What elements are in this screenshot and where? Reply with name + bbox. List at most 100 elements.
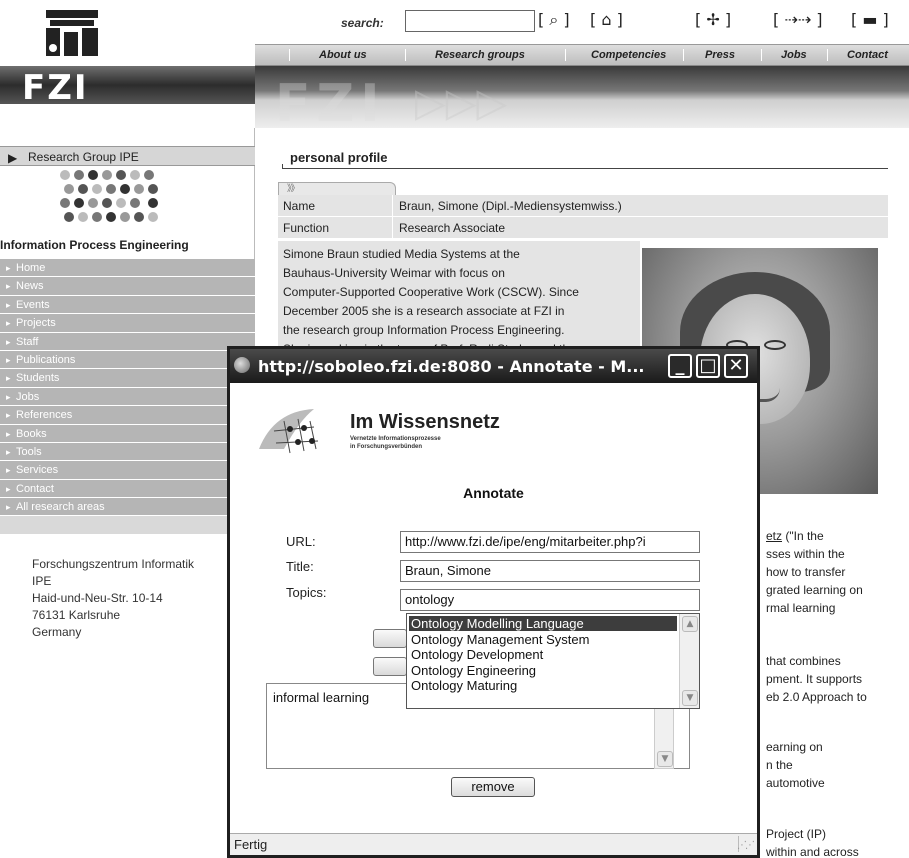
sidebar-item-label: All research areas xyxy=(16,501,105,514)
sidebar-item-students[interactable]: ▸ Students xyxy=(0,369,255,388)
logo-dot xyxy=(78,184,88,194)
sidebar-item-tools[interactable]: ▸ Tools xyxy=(0,442,255,462)
column-divider xyxy=(392,217,393,239)
arrow-right-icon: ▸ xyxy=(6,483,11,494)
row-key: Function xyxy=(283,221,330,235)
research-group-header[interactable]: ▶ Research Group IPE xyxy=(0,146,255,166)
sidebar-item-projects[interactable]: ▸ Projects xyxy=(0,314,255,333)
institute-address: Forschungszentrum Informatik IPE Haid-und-… xyxy=(32,556,194,641)
suggestion-item[interactable]: Ontology Management System xyxy=(409,632,677,647)
minimize-button[interactable]: _ xyxy=(668,354,692,378)
popup-title: http://soboleo.fzi.de:8080 - Annotate - … xyxy=(258,357,645,376)
text-line: pment. It supports xyxy=(766,670,888,688)
sidebar-item-services[interactable]: ▸ Services xyxy=(0,461,255,480)
sidebar-item-events[interactable]: ▸ Events xyxy=(0,295,255,315)
sidebar-item-all-research-areas[interactable]: ▸ All research areas xyxy=(0,498,255,517)
topics-label: Topics: xyxy=(286,585,327,600)
scroll-down-icon[interactable]: ▼ xyxy=(657,751,673,767)
nav-about-us[interactable]: About us xyxy=(319,49,367,61)
sidebar-item-label: News xyxy=(16,280,44,293)
arrow-right-icon: ▸ xyxy=(6,373,11,384)
text-fragment: pment. It supports xyxy=(766,672,863,686)
nav-competencies[interactable]: Competencies xyxy=(591,49,666,61)
text-fragment: earning on xyxy=(766,740,823,754)
sidebar-item-label: Events xyxy=(16,298,50,311)
fzi-logo-area[interactable]: FZI xyxy=(0,0,255,128)
text-fragment: n the xyxy=(766,758,793,772)
logo-dot xyxy=(92,212,102,222)
nav-contact[interactable]: Contact xyxy=(847,49,888,61)
home-icon[interactable]: [ ⌂ ] xyxy=(590,10,623,32)
print-icon[interactable]: [ ▬ ] xyxy=(851,10,889,32)
profile-tab: 》》 xyxy=(278,182,396,196)
nav-jobs[interactable]: Jobs xyxy=(781,49,807,61)
right-text-block-2: that combines pment. It supports eb 2.0 Ap… xyxy=(766,652,888,706)
search-input[interactable] xyxy=(405,10,535,32)
page-title: personal profile xyxy=(290,150,388,165)
sidebar-item-label: Home xyxy=(16,262,46,274)
arrow-right-icon: ▸ xyxy=(6,391,11,402)
search-topic-button[interactable] xyxy=(373,657,407,676)
topic-suggestions-list[interactable]: ▲ ▼ Ontology Modelling Language Ontology … xyxy=(406,613,700,709)
sitemap-icon[interactable]: [ ✢ ] xyxy=(695,10,731,32)
suggestion-item[interactable]: Ontology Engineering xyxy=(409,663,677,678)
text-fragment: Project (IP) xyxy=(766,827,827,841)
text-line: eb 2.0 Approach to xyxy=(766,688,888,706)
sidebar-item-label: Jobs xyxy=(16,390,40,403)
search-button[interactable]: [ ⌕ ] xyxy=(538,10,572,32)
arrow-right-icon: ▸ xyxy=(6,299,11,310)
right-text-block-4: Project (IP) within and across xyxy=(766,825,888,858)
sidebar-item-label: Tools xyxy=(16,445,42,458)
url-field[interactable]: http://www.fzi.de/ipe/eng/mitarbeiter.ph… xyxy=(400,531,700,553)
sidebar-item-news[interactable]: ▸ News xyxy=(0,277,255,296)
sidebar-item-jobs[interactable]: ▸ Jobs xyxy=(0,387,255,407)
sidebar-item-references[interactable]: ▸ References xyxy=(0,406,255,425)
title-field[interactable]: Braun, Simone xyxy=(400,560,700,582)
suggestion-item[interactable]: Ontology Maturing xyxy=(409,678,677,693)
add-topic-button[interactable] xyxy=(373,629,407,648)
text-fragment: within and across xyxy=(766,845,859,858)
logo-dot xyxy=(78,212,88,222)
sidebar-item-label: Students xyxy=(16,372,60,385)
sidebar-item-contact[interactable]: ▸ Contact xyxy=(0,479,255,499)
suggestion-item[interactable]: Ontology Modelling Language xyxy=(409,616,677,631)
navigate-icon[interactable]: [ ⇢⇢ ] xyxy=(773,10,822,32)
nav-separator xyxy=(827,49,828,61)
nav-research-groups[interactable]: Research groups xyxy=(435,49,525,61)
text-fragment: rmal learning xyxy=(766,601,836,615)
topics-field[interactable]: ontology xyxy=(400,589,700,611)
logo-dot xyxy=(120,184,130,194)
close-button[interactable]: ✕ xyxy=(724,354,748,378)
text-link[interactable]: etz xyxy=(766,529,782,543)
logo-dot xyxy=(144,170,154,180)
text-link[interactable]: eb 2.0 Approach to xyxy=(766,690,867,704)
logo-dot xyxy=(60,198,70,208)
logo-dot xyxy=(134,212,144,222)
sidebar-item-home[interactable]: ▸ Home xyxy=(0,259,255,278)
nav-press[interactable]: Press xyxy=(705,49,735,61)
logo-dot xyxy=(120,212,130,222)
sidebar-item-publications[interactable]: ▸ Publications xyxy=(0,350,255,370)
sidebar-item-books[interactable]: ▸ Books xyxy=(0,424,255,443)
popup-titlebar[interactable]: http://soboleo.fzi.de:8080 - Annotate - … xyxy=(230,349,757,383)
resize-grip-icon[interactable]: ⋰⋰ xyxy=(737,840,755,851)
text-fragment: that combines xyxy=(766,654,841,668)
main-navigation: About us Research groups Competencies Pr… xyxy=(255,44,909,66)
sidebar-item-staff[interactable]: ▸ Staff xyxy=(0,332,255,351)
suggestion-item[interactable]: Ontology Development xyxy=(409,647,677,662)
logo-dot xyxy=(116,198,126,208)
maximize-button[interactable]: □ xyxy=(696,354,720,378)
right-text-block-3: earning on n the automotive xyxy=(766,738,888,792)
remove-button[interactable]: remove xyxy=(451,777,535,797)
nav-separator xyxy=(289,49,290,61)
scroll-up-icon[interactable]: ▲ xyxy=(682,616,698,632)
sidebar-item-label: Projects xyxy=(16,317,56,330)
table-row: Function Research Associate xyxy=(278,217,888,239)
annotate-heading: Annotate xyxy=(463,485,524,501)
fzi-logo-text: FZI xyxy=(22,68,89,108)
address-line: Forschungszentrum Informatik xyxy=(32,557,195,571)
suggestions-scrollbar[interactable]: ▲ ▼ xyxy=(679,614,699,708)
scroll-down-icon[interactable]: ▼ xyxy=(682,690,698,706)
arrow-right-icon: ▸ xyxy=(6,318,11,329)
title-label: Title: xyxy=(286,559,314,574)
